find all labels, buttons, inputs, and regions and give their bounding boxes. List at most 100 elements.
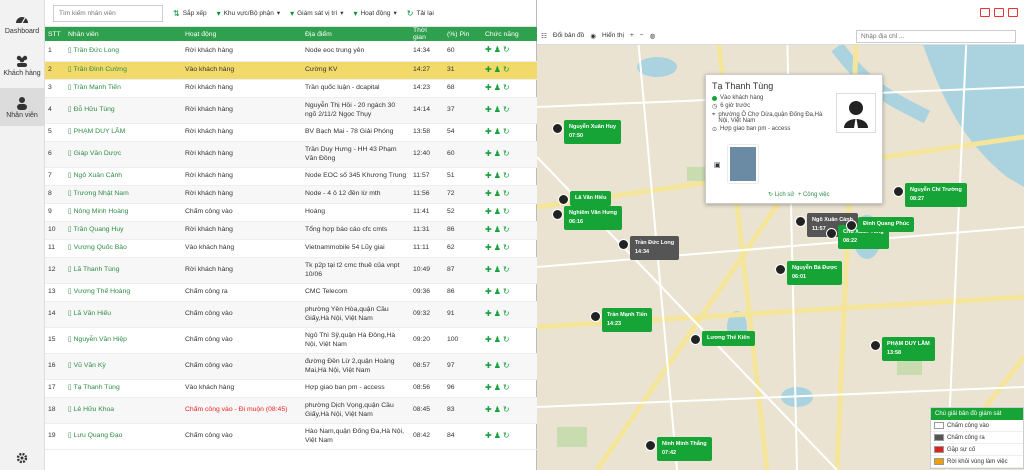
bell-icon[interactable]: ♟ [494,149,503,158]
bell-icon[interactable]: ♟ [494,127,503,136]
bell-icon[interactable]: ♟ [494,405,503,414]
history-icon[interactable]: ↻ [503,45,512,54]
history-icon[interactable]: ↻ [503,287,512,296]
history-icon[interactable]: ↻ [503,405,512,414]
bell-icon[interactable]: ♟ [494,171,503,180]
history-icon[interactable]: ↻ [503,171,512,180]
bell-icon[interactable]: ♟ [494,335,503,344]
bell-icon[interactable]: ♟ [494,45,503,54]
history-icon[interactable]: ↻ [503,265,512,274]
bell-icon[interactable]: ♟ [494,265,503,274]
map-marker[interactable]: Trần Mạnh Tiến 14:23 [590,308,653,332]
employee-name[interactable]: ▯ Trần Đình Cường [65,61,182,80]
split-view-icon[interactable] [1008,8,1018,17]
popup-photo[interactable] [728,145,758,183]
map-marker[interactable]: Nguyễn Bá Được 06:01 [775,261,843,285]
employee-name[interactable]: ▯ Trần Quang Huy [65,221,182,240]
settings-icon[interactable] [16,452,28,466]
supervise-filter-button[interactable]: ▾ Giám sát vị trí ▾ [290,9,343,18]
table-row[interactable]: 4 ▯ Đỗ Hữu Tùng Rời khách hàng Nguyễn Thị H… [45,97,537,124]
sort-button[interactable]: ⇅ Sắp xếp [173,9,207,18]
map-marker[interactable]: Trần Đức Long 14:34 [618,236,680,260]
zoom-out-button[interactable]: − [640,32,644,39]
table-row[interactable]: 12 ▯ Lã Thanh Tùng Rời khách hàng Tk p2p tạ… [45,257,537,284]
table-row[interactable]: 7 ▯ Ngô Xuân Cảnh Rời khách hàng Node EOC s… [45,167,537,186]
map-search-input[interactable] [856,30,1016,43]
activity-filter-button[interactable]: ▾ Hoạt động ▾ [353,9,396,18]
employee-name[interactable]: ▯ Trương Nhật Nam [65,185,182,204]
globe-icon[interactable]: ◍ [650,32,656,40]
bell-icon[interactable]: ♟ [494,65,503,74]
map-view-icon[interactable] [980,8,990,17]
change-map-button[interactable]: Đổi bản đồ [553,32,584,39]
employee-name[interactable]: ▯ Nông Minh Hoàng [65,203,182,222]
employee-name[interactable]: ▯ Giáp Văn Dược [65,141,182,168]
move-icon[interactable]: ✚ [485,335,494,344]
bell-icon[interactable]: ♟ [494,243,503,252]
bell-icon[interactable]: ♟ [494,431,503,440]
employee-name[interactable]: ▯ Ngô Xuân Cảnh [65,167,182,186]
table-row[interactable]: 8 ▯ Trương Nhật Nam Rời khách hàng Node - 4… [45,185,537,204]
show-button[interactable]: Hiển thị [602,32,624,39]
move-icon[interactable]: ✚ [485,225,494,234]
table-row[interactable]: 1 ▯ Trần Đức Long Rời khách hàng Node eoc t… [45,41,537,62]
table-row[interactable]: 13 ▯ Vương Thế Hoàng Chấm công ra CMC Telec… [45,283,537,302]
bell-icon[interactable]: ♟ [494,383,503,392]
history-icon[interactable]: ↻ [503,83,512,92]
map-marker[interactable]: Nghiêm Văn Hưng 06:16 [552,206,622,230]
move-icon[interactable]: ✚ [485,189,494,198]
move-icon[interactable]: ✚ [485,265,494,274]
table-row[interactable]: 5 ▯ PHẠM DUY LÂM Rời khách hàng BV Bạch Mai… [45,123,537,142]
move-icon[interactable]: ✚ [485,171,494,180]
move-icon[interactable]: ✚ [485,405,494,414]
table-row[interactable]: 3 ▯ Trần Mạnh Tiến Rời khách hàng Trần quốc… [45,79,537,98]
bell-icon[interactable]: ♟ [494,225,503,234]
move-icon[interactable]: ✚ [485,83,494,92]
employee-name[interactable]: ▯ Lưu Quang Đạo [65,423,182,450]
table-row[interactable]: 6 ▯ Giáp Văn Dược Rời khách hàng Trần Duy H… [45,141,537,168]
employee-name[interactable]: ▯ Vương Thế Hoàng [65,283,182,302]
sidebar-item-employees[interactable]: Nhân viên [0,88,44,126]
history-icon[interactable]: ↻ [503,149,512,158]
history-icon[interactable]: ↻ [503,189,512,198]
table-row[interactable]: 2 ▯ Trần Đình Cường Vào khách hàng Cường KV… [45,61,537,80]
history-icon[interactable]: ↻ [503,207,512,216]
history-icon[interactable]: ↻ [503,127,512,136]
table-row[interactable]: 16 ▯ Vũ Văn Kỳ Chấm công vào đường Đền Lừ 2… [45,353,537,380]
table-row[interactable]: 18 ▯ Lê Hữu Khoa Chấm công vào - Đi muộn (… [45,397,537,424]
history-icon[interactable]: ↻ [503,243,512,252]
bell-icon[interactable]: ♟ [494,309,503,318]
map-marker[interactable]: Nguyễn Xuân Huy 07:50 [552,120,622,144]
move-icon[interactable]: ✚ [485,309,494,318]
layers-icon[interactable]: ☷ [541,32,547,40]
eye-icon[interactable]: ◉ [590,32,596,40]
history-icon[interactable]: ↻ [503,361,512,370]
employee-name[interactable]: ▯ Vương Quốc Bảo [65,239,182,258]
search-input[interactable] [53,4,163,22]
map-marker[interactable]: Lã Văn Hiếu [558,191,612,206]
history-icon[interactable]: ↻ [503,431,512,440]
move-icon[interactable]: ✚ [485,45,494,54]
bell-icon[interactable]: ♟ [494,361,503,370]
employee-name[interactable]: ▯ Vũ Văn Kỳ [65,353,182,380]
table-row[interactable]: 19 ▯ Lưu Quang Đạo Chấm công vào Hào Nam,qu… [45,423,537,450]
map-marker[interactable]: PHẠM DUY LÂM 13:58 [870,337,935,361]
employee-name[interactable]: ▯ Lã Văn Hiếu [65,301,182,328]
history-icon[interactable]: ↻ [503,225,512,234]
history-link[interactable]: Lịch sử [775,192,795,198]
history-icon[interactable]: ↻ [503,309,512,318]
bell-icon[interactable]: ♟ [494,189,503,198]
bell-icon[interactable]: ♟ [494,83,503,92]
employee-name[interactable]: ▯ Lê Hữu Khoa [65,397,182,424]
move-icon[interactable]: ✚ [485,243,494,252]
move-icon[interactable]: ✚ [485,383,494,392]
work-link[interactable]: Công việc [803,192,830,198]
employee-name[interactable]: ▯ Nguyễn Văn Hiệp [65,327,182,354]
map-marker[interactable]: Đinh Quang Phúc [846,217,915,232]
move-icon[interactable]: ✚ [485,207,494,216]
bell-icon[interactable]: ♟ [494,207,503,216]
move-icon[interactable]: ✚ [485,105,494,114]
bell-icon[interactable]: ♟ [494,287,503,296]
sidebar-item-dashboard[interactable]: Dashboard [0,4,44,42]
list-view-icon[interactable] [994,8,1004,17]
